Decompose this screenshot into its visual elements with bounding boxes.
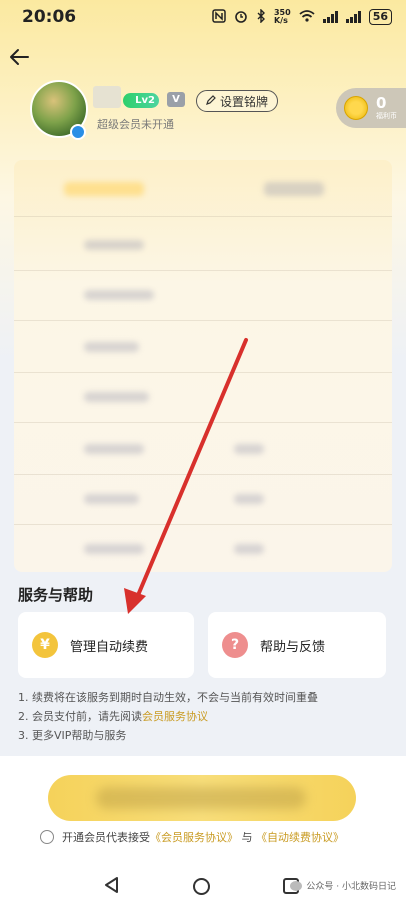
coin-balance[interactable]: 0 福利币: [336, 88, 406, 128]
edit-icon: [206, 94, 216, 108]
member-agreement-link[interactable]: 《会员服务协议》: [150, 831, 238, 844]
benefits-table-blurred: [14, 160, 392, 572]
agreement-row: 开通会员代表接受《会员服务协议》 与 《自动续费协议》: [40, 829, 344, 845]
help-feedback-label: 帮助与反馈: [260, 639, 326, 655]
nfc-icon: [212, 8, 226, 26]
level-badge: Lv2: [123, 93, 159, 108]
wifi-icon: [299, 9, 315, 25]
manage-auto-renew-card[interactable]: ¥ 管理自动续费: [18, 612, 194, 678]
battery-indicator: 56: [368, 9, 392, 25]
network-speed: 350 K/s: [273, 8, 291, 25]
nav-back-icon[interactable]: [103, 876, 119, 898]
manage-auto-renew-label: 管理自动续费: [70, 639, 149, 655]
yen-icon: ¥: [32, 632, 58, 658]
username-redacted: [93, 86, 121, 108]
note-line-1: 1. 续费将在该服务到期时自动生效，不会与当前有效时间重叠: [18, 691, 318, 704]
help-feedback-card[interactable]: ? 帮助与反馈: [208, 612, 386, 678]
avatar-badge-icon: [70, 124, 86, 140]
note-line-3[interactable]: 3. 更多VIP帮助与服务: [18, 726, 318, 745]
agreement-text: 开通会员代表接受《会员服务协议》 与 《自动续费协议》: [62, 831, 344, 844]
agreement-radio[interactable]: [40, 830, 54, 844]
vip-badge: V: [167, 92, 185, 107]
alarm-icon: [234, 9, 248, 26]
coin-icon: [344, 96, 368, 120]
status-bar: 20:06 350 K/s 56: [0, 0, 406, 34]
note-line-2: 2. 会员支付前，请先阅读会员服务协议: [18, 710, 208, 723]
services-title: 服务与帮助: [18, 586, 94, 604]
set-badge-label: 设置铭牌: [220, 94, 269, 109]
watermark: 公众号 · 小北数码日记: [290, 879, 396, 892]
open-membership-label-redacted: [96, 787, 306, 809]
set-badge-button[interactable]: 设置铭牌: [196, 90, 279, 112]
member-service-agreement-link[interactable]: 会员服务协议: [142, 710, 208, 723]
wechat-icon: [290, 880, 303, 891]
service-notes: 1. 续费将在该服务到期时自动生效，不会与当前有效时间重叠 2. 会员支付前，请…: [18, 688, 318, 745]
nav-home-icon[interactable]: [193, 878, 210, 895]
member-status: 超级会员未开通: [97, 118, 174, 131]
coin-count: 0: [376, 94, 387, 112]
help-icon: ?: [222, 632, 248, 658]
signal-icon: [322, 11, 338, 23]
status-time: 20:06: [22, 7, 77, 27]
signal-icon-2: [345, 11, 361, 23]
status-icons: 350 K/s 56: [212, 7, 392, 26]
auto-renew-agreement-link[interactable]: 《自动续费协议》: [256, 831, 344, 844]
bluetooth-icon: [256, 7, 266, 26]
coin-label: 福利币: [376, 112, 397, 120]
back-arrow-icon[interactable]: [8, 46, 30, 68]
